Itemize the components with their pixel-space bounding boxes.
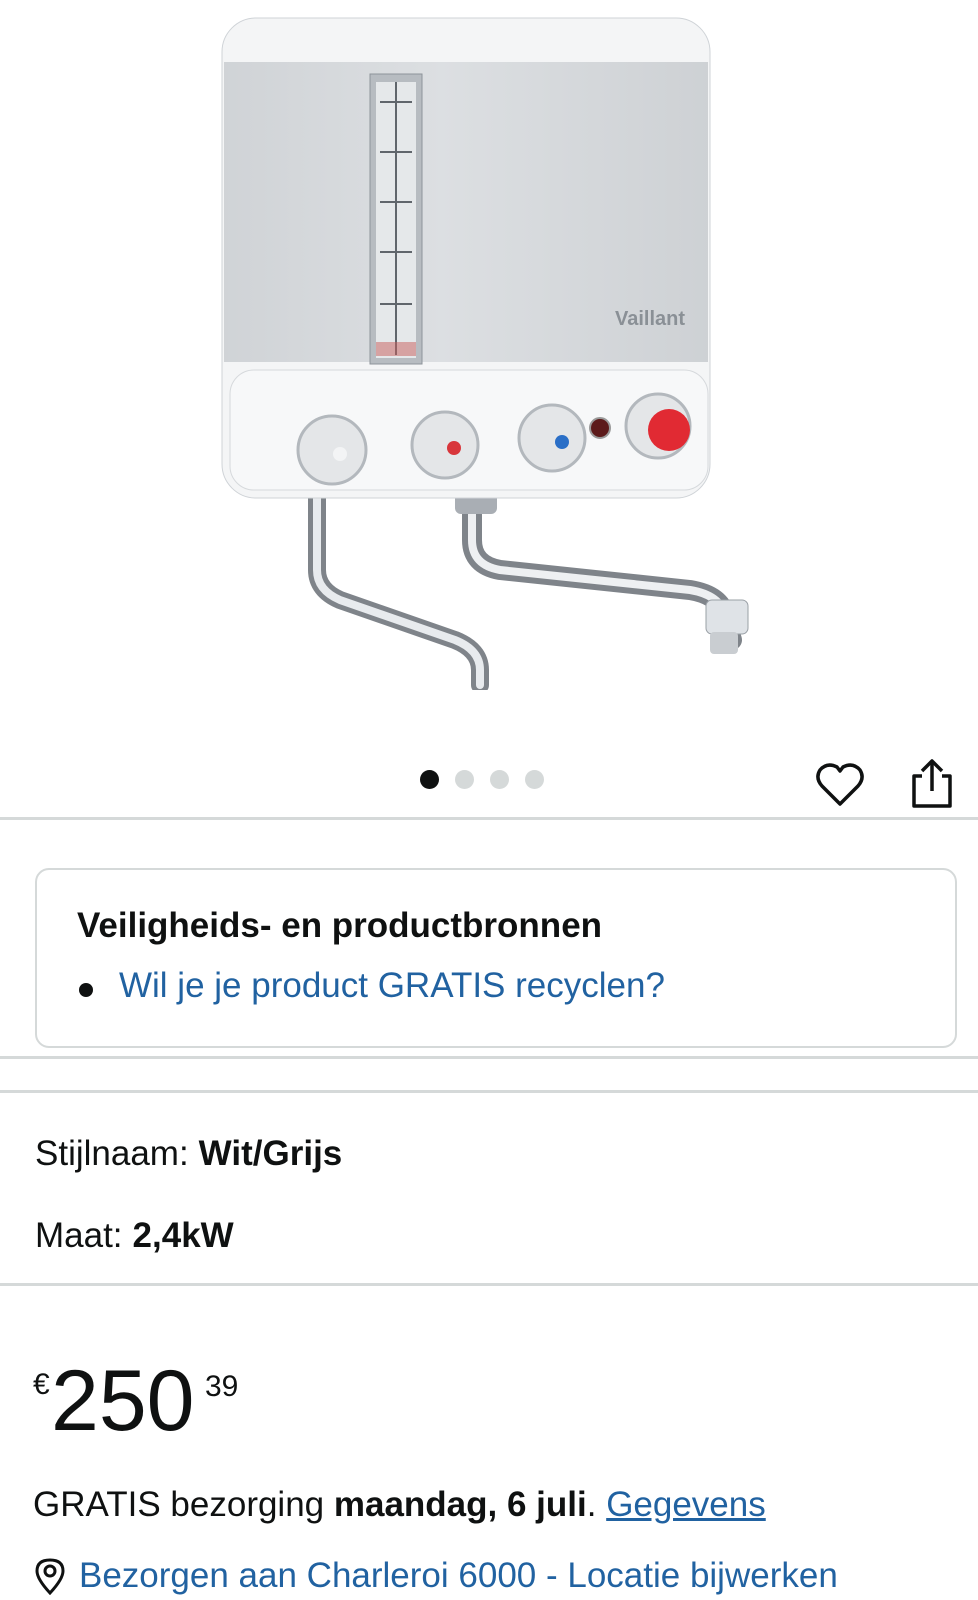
price-whole: 250 (51, 1353, 195, 1449)
delivery-details-link[interactable]: Gegevens (606, 1485, 766, 1524)
share-icon (912, 759, 952, 808)
heart-icon (816, 763, 864, 806)
section-divider (0, 1056, 978, 1059)
section-divider (0, 1090, 978, 1093)
location-pin-icon (35, 1558, 65, 1595)
price-fraction: 39 (205, 1370, 239, 1403)
delivery-prefix: GRATIS bezorging (33, 1485, 334, 1524)
carousel-dot-3[interactable] (490, 770, 509, 789)
share-button[interactable] (908, 758, 956, 810)
style-label: Stijlnaam: (35, 1134, 189, 1173)
wishlist-button[interactable] (815, 760, 865, 810)
bullet-icon (79, 983, 93, 997)
section-divider (0, 817, 978, 820)
carousel-dot-4[interactable] (525, 770, 544, 789)
carousel-dot-1[interactable] (420, 770, 439, 789)
delivery-info: GRATIS bezorging maandag, 6 juli. Gegeve… (33, 1485, 766, 1525)
product-image[interactable]: Vaillant (210, 10, 770, 694)
safety-resources-card: Veiligheids- en productbronnen Wil je je… (35, 868, 957, 1048)
carousel-dot-2[interactable] (455, 770, 474, 789)
delivery-suffix: . (586, 1485, 607, 1524)
style-value: Wit/Grijs (198, 1134, 343, 1173)
recycle-link[interactable]: Wil je je product GRATIS recyclen? (119, 966, 665, 1006)
currency-symbol: € (33, 1368, 50, 1401)
delivery-location[interactable]: Bezorgen aan Charleroi 6000 - Locatie bi… (33, 1556, 838, 1596)
safety-title: Veiligheids- en productbronnen (77, 906, 603, 945)
style-attribute[interactable]: Stijlnaam: Wit/Grijs (35, 1134, 342, 1174)
delivery-date: maandag, 6 juli (333, 1485, 587, 1524)
size-label: Maat: (35, 1216, 123, 1255)
location-text[interactable]: Bezorgen aan Charleroi 6000 - Locatie bi… (79, 1556, 838, 1596)
size-value: 2,4kW (132, 1216, 234, 1255)
carousel-indicator (420, 770, 544, 789)
section-divider (0, 1283, 978, 1286)
vaillant-logo: Vaillant (615, 308, 685, 330)
size-attribute[interactable]: Maat: 2,4kW (35, 1216, 234, 1256)
